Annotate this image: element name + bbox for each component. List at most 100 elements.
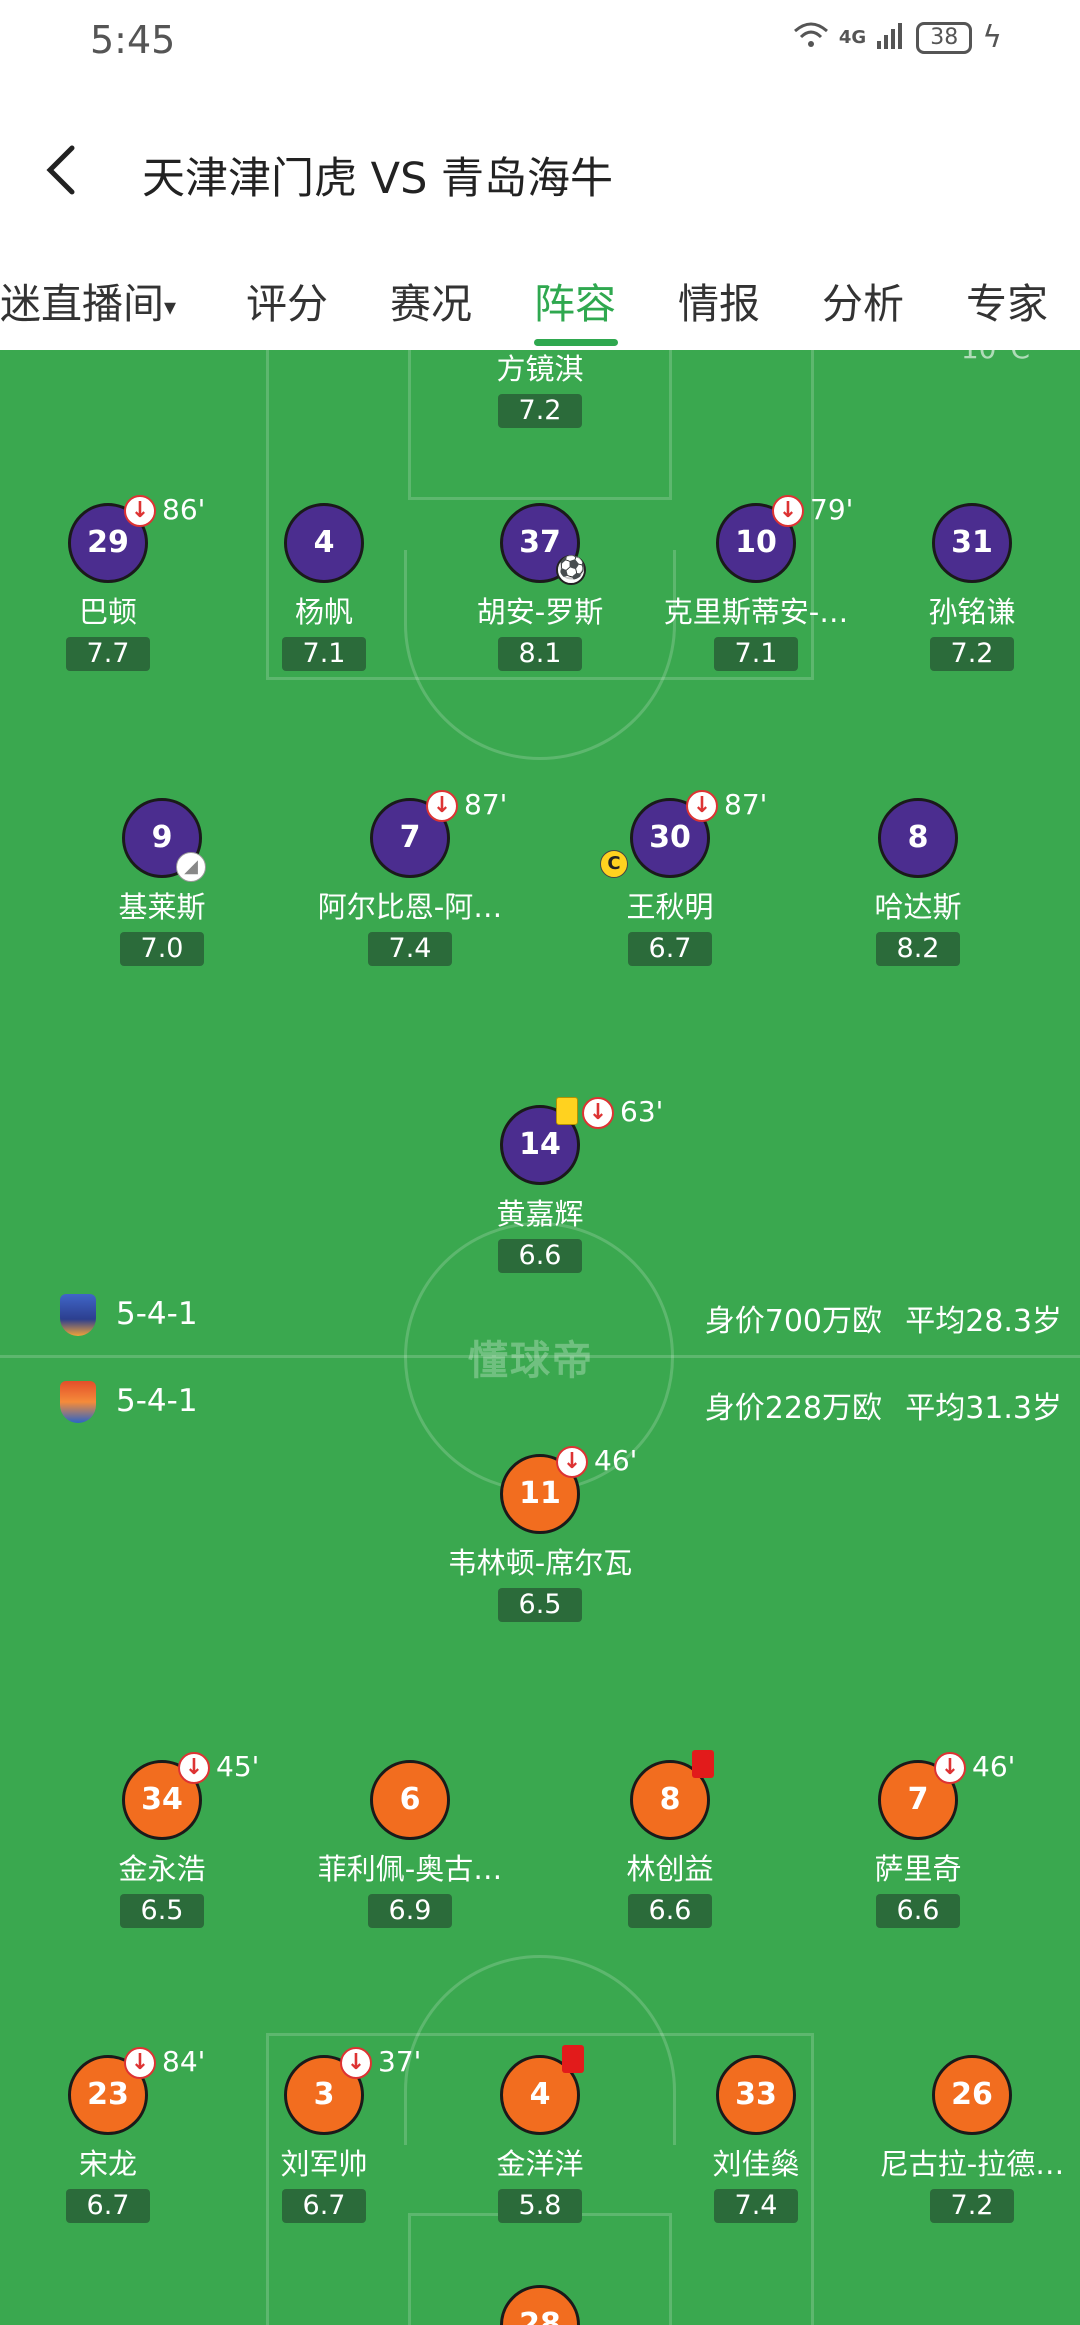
player-card[interactable]: 10 ↓ 79' 克里斯蒂安-… 7.1 [646, 493, 866, 671]
player-rating: 6.7 [628, 932, 712, 966]
player-card[interactable]: 23 ↓ 84' 宋龙 6.7 [0, 2045, 218, 2223]
player-card[interactable]: 4 金洋洋 5.8 [430, 2045, 650, 2223]
player-card[interactable]: 8 哈达斯 8.2 [808, 798, 1028, 966]
player-card[interactable]: 7 ↓ 46' 萨里奇 6.6 [808, 1750, 1028, 1928]
sub-off-icon: ↓ [426, 790, 458, 822]
player-rating: 7.2 [930, 2189, 1014, 2223]
player-name: 宋龙 [78, 2147, 137, 2181]
player-name: 杨帆 [294, 595, 353, 629]
player-name: 巴顿 [78, 595, 137, 629]
player-name: 基莱斯 [118, 890, 206, 924]
player-rating: 7.2 [498, 394, 582, 428]
away-formation: 5-4-1 [116, 1383, 198, 1419]
tab-live-room[interactable]: 迷直播间▾ [0, 270, 176, 330]
player-card[interactable]: 28 [430, 2285, 650, 2325]
player-name: 王秋明 [626, 890, 714, 924]
sub-off-icon: ↓ [340, 2047, 372, 2079]
home-team-summary: 5-4-1 身价700万欧 平均28.3岁 [0, 1290, 1080, 1340]
sub-minute: 84' [162, 2045, 206, 2078]
player-name: 刘军帅 [280, 2147, 368, 2181]
red-card-icon [692, 1750, 714, 1778]
player-card[interactable]: 34 ↓ 45' 金永浩 6.5 [52, 1750, 272, 1928]
sub-off-icon: ↓ [556, 1446, 588, 1478]
jersey-number: 6 [370, 1760, 450, 1840]
player-name: 刘佳燊 [712, 2147, 800, 2181]
player-card[interactable]: 30 ↓ 87' C 王秋明 6.7 [560, 788, 780, 966]
player-card[interactable]: 33 刘佳燊 7.4 [646, 2055, 866, 2223]
player-rating: 6.6 [876, 1894, 960, 1928]
home-team-logo [60, 1294, 96, 1336]
player-card[interactable]: 31 孙铭谦 7.2 [862, 503, 1080, 671]
sub-off-icon: ↓ [124, 495, 156, 527]
tab-active-indicator [534, 339, 618, 346]
weather-label: 10°C [961, 350, 1030, 365]
player-rating: 7.4 [368, 932, 452, 966]
tab-analysis[interactable]: 分析 [822, 270, 904, 330]
player-card[interactable]: 37 ⚽ 胡安-罗斯 8.1 [430, 503, 650, 671]
sub-minute: 45' [216, 1750, 260, 1783]
player-name: 萨里奇 [874, 1852, 962, 1886]
sub-off-icon: ↓ [686, 790, 718, 822]
player-name: 阿尔比恩-阿… [317, 890, 503, 924]
player-rating: 7.4 [714, 2189, 798, 2223]
sub-off-icon: ↓ [124, 2047, 156, 2079]
player-rating: 6.9 [368, 1894, 452, 1928]
jersey-number: 4 [284, 503, 364, 583]
player-name: 黄嘉辉 [496, 1197, 584, 1231]
battery-icon: 38 [916, 21, 973, 54]
jersey-number: 33 [716, 2055, 796, 2135]
player-card[interactable]: 3 ↓ 37' 刘军帅 6.7 [214, 2045, 434, 2223]
page-title: 天津津门虎 VS 青岛海牛 [142, 154, 614, 204]
player-rating: 5.8 [498, 2189, 582, 2223]
sub-minute: 37' [378, 2045, 422, 2078]
network-type: 4G [838, 26, 867, 48]
player-card[interactable]: 14 ↓ 63' 黄嘉辉 6.6 [430, 1095, 663, 1273]
goal-ball-icon: ⚽ [556, 555, 586, 585]
home-average-age: 平均28.3岁 [905, 1304, 1062, 1339]
tab-experts[interactable]: 专家 [966, 270, 1048, 330]
match-header: 天津津门虎 VS 青岛海牛 [0, 80, 1080, 270]
player-card[interactable]: 6 菲利佩-奥古… 6.9 [300, 1760, 520, 1928]
sub-off-icon: ↓ [934, 1752, 966, 1784]
sub-off-icon: ↓ [582, 1097, 614, 1129]
player-rating: 8.1 [498, 637, 582, 671]
player-name: 克里斯蒂安-… [663, 595, 849, 629]
tab-rating[interactable]: 评分 [246, 270, 328, 330]
caret-down-icon: ▾ [164, 293, 177, 321]
tab-match-events[interactable]: 赛况 [390, 270, 472, 330]
status-time: 5:45 [90, 18, 176, 62]
player-card[interactable]: 8 林创益 6.6 [560, 1750, 780, 1928]
player-card[interactable]: 9 ◢ 基莱斯 7.0 [52, 798, 272, 966]
player-rating: 7.7 [66, 637, 150, 671]
player-rating: 7.2 [930, 637, 1014, 671]
player-name: 孙铭谦 [928, 595, 1016, 629]
player-name: 哈达斯 [874, 890, 962, 924]
status-icons: 4G 38 ϟ [793, 20, 1002, 55]
sub-minute: 86' [162, 493, 206, 526]
chevron-left-icon [46, 145, 75, 195]
status-bar: 5:45 4G 38 ϟ [0, 0, 1080, 80]
player-card[interactable]: 7 ↓ 87' 阿尔比恩-阿… 7.4 [300, 788, 520, 966]
sub-minute: 87' [464, 788, 508, 821]
player-card[interactable]: 11 ↓ 46' 韦林顿-席尔瓦 6.5 [430, 1444, 650, 1622]
player-card[interactable]: 26 尼古拉-拉德… 7.2 [862, 2055, 1080, 2223]
home-formation: 5-4-1 [116, 1296, 198, 1332]
tab-intel[interactable]: 情报 [678, 270, 760, 330]
player-rating: 7.0 [120, 932, 204, 966]
sub-minute: 46' [594, 1444, 638, 1477]
captain-icon: C [600, 850, 628, 878]
wifi-icon [793, 21, 829, 55]
signal-icon [876, 21, 906, 55]
tab-bar: 迷直播间▾ 评分 赛况 阵容 情报 分析 专家 [0, 262, 1080, 352]
tab-lineup[interactable]: 阵容 [534, 270, 616, 330]
player-card[interactable]: 4 杨帆 7.1 [214, 503, 434, 671]
player-card[interactable]: 方镜淇 7.2 [430, 350, 650, 428]
player-rating: 8.2 [876, 932, 960, 966]
jersey-number: 8 [878, 798, 958, 878]
player-rating: 6.5 [120, 1894, 204, 1928]
back-button[interactable] [40, 140, 90, 200]
away-average-age: 平均31.3岁 [905, 1391, 1062, 1426]
charging-icon: ϟ [982, 20, 1002, 55]
player-card[interactable]: 29 ↓ 86' 巴顿 7.7 [0, 493, 218, 671]
player-rating: 6.6 [498, 1239, 582, 1273]
